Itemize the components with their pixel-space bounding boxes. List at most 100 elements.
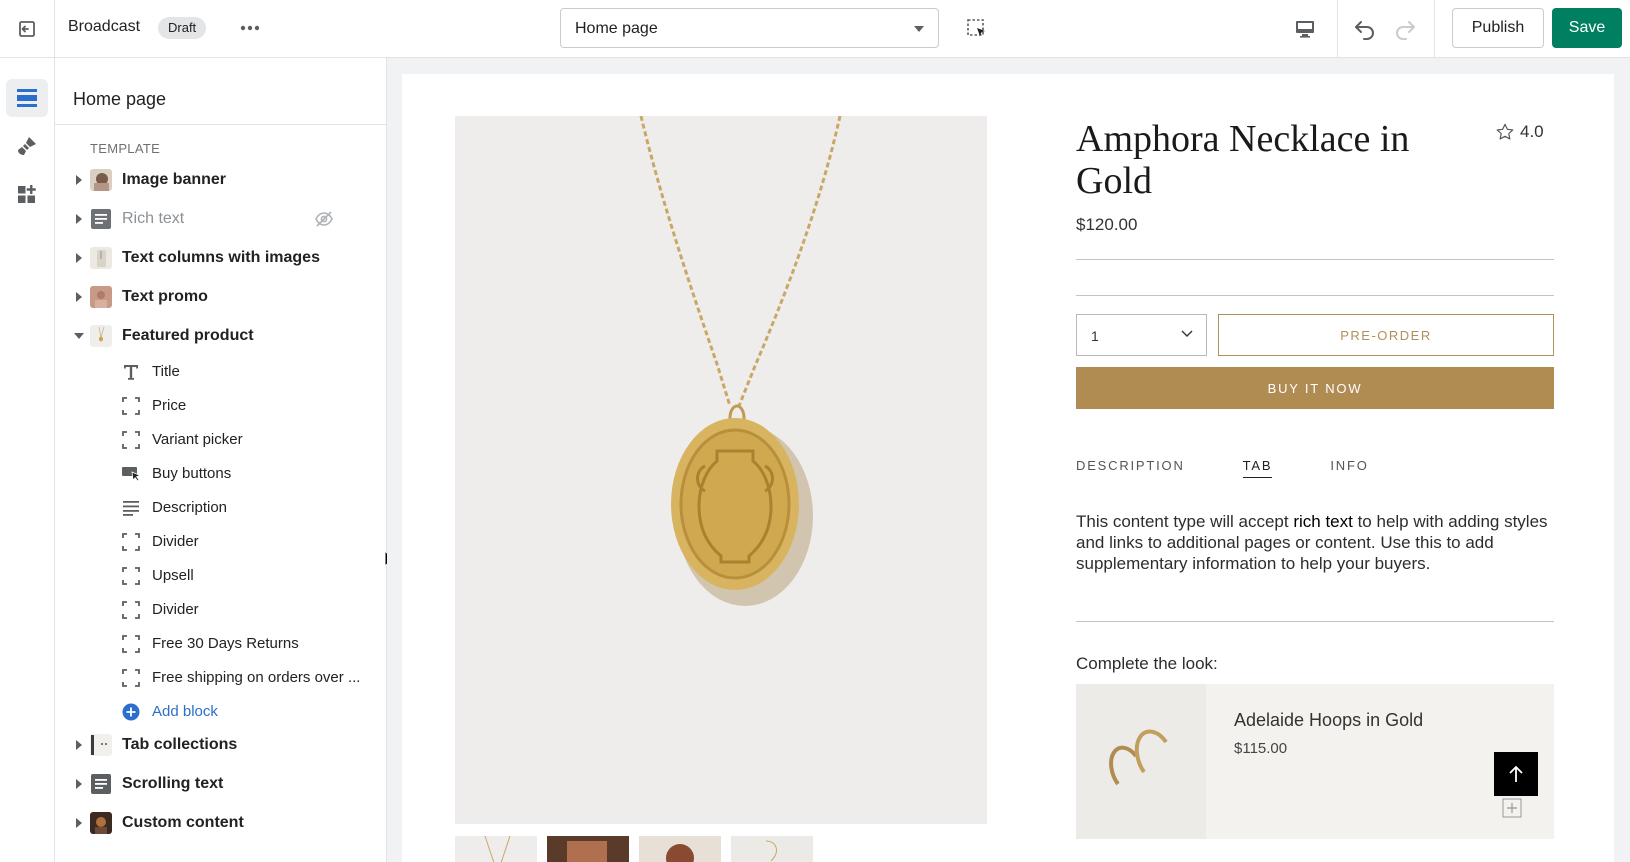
block-icon xyxy=(121,668,141,688)
block-label: Upsell xyxy=(152,567,194,584)
expand-arrow-icon[interactable] xyxy=(76,740,82,750)
section-label: Tab collections xyxy=(122,736,238,753)
expand-arrow-icon[interactable] xyxy=(76,779,82,789)
block-divider[interactable]: Divider xyxy=(55,524,386,558)
app-embeds-tab[interactable] xyxy=(6,175,48,213)
buy-it-now-button[interactable]: BUY IT NOW xyxy=(1076,367,1554,409)
add-block-button[interactable]: Add block xyxy=(55,694,386,728)
add-to-cart-icon[interactable] xyxy=(1502,798,1522,818)
more-actions-button[interactable] xyxy=(236,16,264,40)
block-variant-picker[interactable]: Variant picker xyxy=(55,422,386,456)
theme-settings-tab[interactable] xyxy=(6,127,48,165)
section-text-columns-with-images[interactable]: Text columns with images xyxy=(55,240,386,276)
block-label: Buy buttons xyxy=(152,465,232,482)
expand-arrow-icon[interactable] xyxy=(76,214,82,224)
editor-rail xyxy=(0,58,55,862)
expand-arrow-icon[interactable] xyxy=(76,253,82,263)
block-label: Description xyxy=(152,499,228,516)
redo-button[interactable] xyxy=(1390,14,1420,44)
section-text-promo[interactable]: Text promo xyxy=(55,279,386,315)
tab-collections-thumbnail xyxy=(90,734,112,756)
section-featured-product[interactable]: Featured product xyxy=(55,318,386,354)
block-icon xyxy=(121,634,141,654)
exit-editor-button[interactable] xyxy=(0,0,55,57)
page-selector[interactable]: Home page xyxy=(560,8,939,48)
publish-button[interactable]: Publish xyxy=(1452,8,1544,48)
tab-info[interactable]: INFO xyxy=(1330,458,1368,478)
section-label: Image banner xyxy=(122,171,227,188)
undo-icon xyxy=(1355,21,1374,40)
product-thumbnail[interactable] xyxy=(455,836,537,862)
sections-tab[interactable] xyxy=(6,79,48,117)
section-label: Featured product xyxy=(122,327,254,344)
block-free-returns[interactable]: Free 30 Days Returns xyxy=(55,626,386,660)
block-label: Variant picker xyxy=(152,431,243,448)
quantity-value: 1 xyxy=(1091,328,1099,344)
block-buy-buttons[interactable]: Buy buttons xyxy=(55,456,386,490)
tab-tab[interactable]: TAB xyxy=(1242,458,1273,478)
text-icon xyxy=(121,362,141,382)
upsell-card[interactable]: Adelaide Hoops in Gold $115.00 xyxy=(1076,684,1554,839)
apps-icon xyxy=(18,185,36,203)
description-text: This content type will accept xyxy=(1076,512,1294,531)
page-selector-value: Home page xyxy=(575,20,658,37)
paragraph-icon xyxy=(121,498,141,518)
undo-button[interactable] xyxy=(1350,14,1380,44)
inspector-button[interactable] xyxy=(962,14,992,44)
section-label: Text promo xyxy=(122,288,208,305)
section-scrolling-text[interactable]: Scrolling text xyxy=(55,766,386,802)
custom-content-thumbnail xyxy=(90,812,112,834)
tab-content: This content type will accept rich text … xyxy=(1076,511,1556,574)
add-block-label: Add block xyxy=(152,703,218,720)
preorder-button[interactable]: PRE-ORDER xyxy=(1218,314,1554,356)
upsell-product-name[interactable]: Adelaide Hoops in Gold xyxy=(1234,710,1423,731)
product-title: Amphora Necklace in Gold xyxy=(1076,118,1410,202)
complete-the-look-label: Complete the look: xyxy=(1076,654,1218,673)
section-custom-content[interactable]: Custom content xyxy=(55,805,386,841)
block-price[interactable]: Price xyxy=(55,388,386,422)
expand-arrow-icon[interactable] xyxy=(76,175,82,185)
tab-description[interactable]: DESCRIPTION xyxy=(1076,458,1185,478)
more-horizontal-icon xyxy=(240,25,260,31)
section-label: Custom content xyxy=(122,814,244,831)
block-free-shipping[interactable]: Free shipping on orders over ... xyxy=(55,660,386,694)
save-button[interactable]: Save xyxy=(1552,8,1622,48)
collapse-arrow-icon[interactable] xyxy=(74,333,84,339)
expand-arrow-icon[interactable] xyxy=(76,292,82,302)
desktop-icon xyxy=(1296,21,1314,38)
section-rich-text[interactable]: Rich text xyxy=(55,201,386,237)
block-upsell[interactable]: Upsell xyxy=(55,558,386,592)
block-label: Divider xyxy=(152,601,199,618)
quantity-select[interactable]: 1 xyxy=(1076,314,1207,356)
block-icon xyxy=(121,430,141,450)
rating-value: 4.0 xyxy=(1520,122,1544,141)
toolbar-divider xyxy=(1434,0,1435,57)
scrolling-text-icon xyxy=(90,773,112,795)
divider xyxy=(1076,621,1554,622)
theme-name: Broadcast xyxy=(68,18,141,35)
sections-sidebar: Home page TEMPLATE Image banner Rich tex… xyxy=(55,58,387,862)
product-image[interactable] xyxy=(455,116,987,824)
block-label: Price xyxy=(152,397,187,414)
device-preview-button[interactable] xyxy=(1290,14,1320,44)
block-icon xyxy=(121,396,141,416)
arrow-up-icon xyxy=(1509,765,1523,782)
text-promo-thumbnail xyxy=(90,286,112,308)
product-thumbnail[interactable] xyxy=(547,836,629,862)
product-thumbnail[interactable] xyxy=(731,836,813,862)
section-image-banner[interactable]: Image banner xyxy=(55,162,386,198)
rich-text-icon xyxy=(90,208,112,230)
scroll-to-top-button[interactable] xyxy=(1494,752,1538,796)
block-description[interactable]: Description xyxy=(55,490,386,524)
block-label: Title xyxy=(152,363,180,380)
product-thumbnail[interactable] xyxy=(639,836,721,862)
paintbrush-icon xyxy=(18,137,36,155)
section-label: Scrolling text xyxy=(122,775,224,792)
block-title[interactable]: Title xyxy=(55,354,386,388)
upsell-product-price: $115.00 xyxy=(1234,740,1288,757)
eye-hidden-icon[interactable] xyxy=(314,210,334,233)
section-tab-collections[interactable]: Tab collections xyxy=(55,727,386,763)
storefront-preview[interactable]: Amphora Necklace in Gold 4.0 $120.00 1 P… xyxy=(402,74,1614,862)
block-divider[interactable]: Divider xyxy=(55,592,386,626)
expand-arrow-icon[interactable] xyxy=(76,818,82,828)
